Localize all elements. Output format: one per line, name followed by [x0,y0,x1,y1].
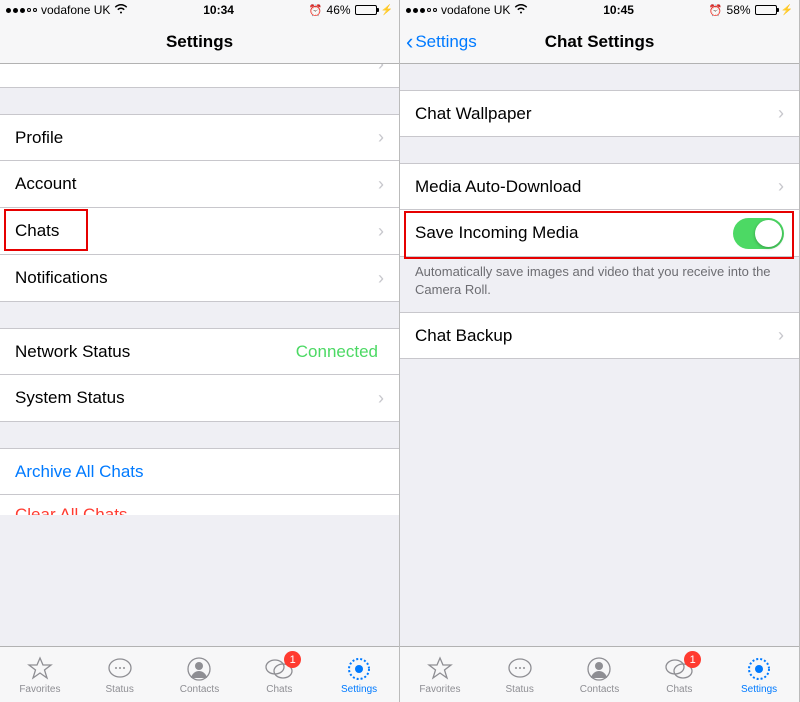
status-bubble-icon [106,655,134,683]
nav-title: Chat Settings [545,32,655,52]
row-label: Profile [15,128,378,148]
tab-label: Settings [341,684,377,695]
badge: 1 [284,651,301,668]
tab-label: Status [506,684,534,695]
charging-icon: ⚡ [381,5,393,16]
row-chats[interactable]: Chats › [0,208,399,255]
row-detail: Connected [296,342,378,362]
tab-settings[interactable]: Settings [719,647,799,702]
chevron-right-icon: › [778,325,784,346]
tab-bar: Favorites Status Contacts 1 Chats Sett [400,646,799,702]
row-system-status[interactable]: System Status › [0,375,399,422]
row-label: Archive All Chats [15,462,384,482]
row-label: Tell a Friend [15,64,108,68]
signal-icon [406,8,437,13]
screen-chat-settings: vodafone UK 10:45 ⏰ 58% ⚡ ‹ Settings Cha… [400,0,800,702]
row-label: Chat Backup [415,326,778,346]
row-clear-all[interactable]: Clear All Chats [0,495,399,515]
row-label: Chats [15,221,378,241]
battery-icon [755,5,777,15]
wifi-icon [514,3,528,17]
chat-settings-list[interactable]: Chat Wallpaper › Media Auto-Download › S… [400,64,799,646]
tab-label: Contacts [580,684,619,695]
contact-icon [185,655,213,683]
status-bar: vodafone UK 10:45 ⏰ 58% ⚡ [400,0,799,20]
carrier-label: vodafone UK [41,3,110,17]
charging-icon: ⚡ [781,5,793,16]
row-chat-wallpaper[interactable]: Chat Wallpaper › [400,90,799,137]
row-account[interactable]: Account › [0,161,399,208]
chevron-right-icon: › [378,388,384,409]
status-bar: vodafone UK 10:34 ⏰ 46% ⚡ [0,0,399,20]
tab-label: Favorites [419,684,460,695]
contact-icon [585,655,613,683]
tab-label: Contacts [180,684,219,695]
chevron-right-icon: › [378,174,384,195]
chevron-left-icon: ‹ [406,31,413,53]
status-time: 10:34 [203,3,234,17]
row-chat-backup[interactable]: Chat Backup › [400,312,799,359]
tab-contacts[interactable]: Contacts [160,647,240,702]
chevron-right-icon: › [378,221,384,242]
battery-icon [355,5,377,15]
nav-title: Settings [166,32,233,52]
tab-status[interactable]: Status [480,647,560,702]
row-label: Save Incoming Media [415,223,733,243]
chevron-right-icon: › [778,103,784,124]
carrier-label: vodafone UK [441,3,510,17]
star-icon [26,655,54,683]
section-footer: Automatically save images and video that… [400,257,799,306]
tab-favorites[interactable]: Favorites [0,647,80,702]
row-archive-all[interactable]: Archive All Chats [0,448,399,495]
chevron-right-icon: › [378,64,384,75]
row-notifications[interactable]: Notifications › [0,255,399,302]
star-icon [426,655,454,683]
row-label: Network Status [15,342,296,362]
battery-percent: 46% [327,3,351,17]
alarm-icon: ⏰ [309,4,323,17]
alarm-icon: ⏰ [709,4,723,17]
tab-settings[interactable]: Settings [319,647,399,702]
row-label: System Status [15,388,378,408]
nav-bar: ‹ Settings Chat Settings [400,20,799,64]
status-time: 10:45 [603,3,634,17]
tab-label: Status [106,684,134,695]
tab-chats[interactable]: 1 Chats [639,647,719,702]
row-network-status[interactable]: Network Status Connected [0,328,399,375]
gear-icon [745,655,773,683]
chevron-right-icon: › [778,176,784,197]
battery-percent: 58% [727,3,751,17]
row-label: Account [15,174,378,194]
tab-favorites[interactable]: Favorites [400,647,480,702]
tab-label: Chats [666,684,692,695]
chevron-right-icon: › [378,127,384,148]
tab-label: Favorites [19,684,60,695]
row-media-auto-download[interactable]: Media Auto-Download › [400,163,799,210]
tab-status[interactable]: Status [80,647,160,702]
back-button[interactable]: ‹ Settings [406,31,477,53]
row-tell-a-friend[interactable]: Tell a Friend › [0,64,399,88]
wifi-icon [114,3,128,17]
row-label: Chat Wallpaper [415,104,778,124]
chevron-right-icon: › [378,268,384,289]
badge: 1 [684,651,701,668]
row-profile[interactable]: Profile › [0,114,399,161]
row-label: Media Auto-Download [415,177,778,197]
toggle-on[interactable] [733,218,784,249]
nav-bar: Settings [0,20,399,64]
row-label: Clear All Chats [15,505,384,515]
status-bubble-icon [506,655,534,683]
signal-icon [6,8,37,13]
screen-settings: vodafone UK 10:34 ⏰ 46% ⚡ Settings Tell … [0,0,400,702]
gear-icon [345,655,373,683]
tab-contacts[interactable]: Contacts [560,647,640,702]
back-label: Settings [415,32,476,52]
tab-label: Chats [266,684,292,695]
tab-label: Settings [741,684,777,695]
row-label: Notifications [15,268,378,288]
tab-chats[interactable]: 1 Chats [239,647,319,702]
settings-list[interactable]: Tell a Friend › Profile › Account › Chat… [0,64,399,646]
tab-bar: Favorites Status Contacts 1 Chats Sett [0,646,399,702]
row-save-incoming-media[interactable]: Save Incoming Media [400,210,799,257]
